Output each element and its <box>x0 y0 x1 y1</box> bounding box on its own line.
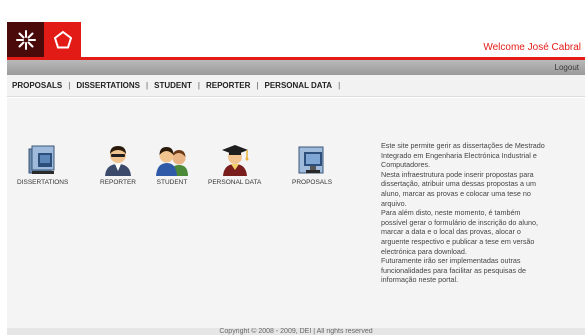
logo-asterisk-icon <box>7 22 44 58</box>
menu-separator: | <box>338 81 341 90</box>
logout-link[interactable]: Logout <box>555 63 579 72</box>
shortcut-label: STUDENT <box>156 179 188 186</box>
site-description: Este site permite gerir as dissertações … <box>381 141 579 285</box>
description-line: marcar a data e o local das provas, aloc… <box>381 227 521 237</box>
personal-data-icon <box>218 143 252 177</box>
description-line: aluno, marcar as provas e colocar uma te… <box>381 188 531 198</box>
shortcut-student[interactable]: STUDENT <box>155 143 189 186</box>
student-icon <box>155 143 189 177</box>
description-line: dissertação, atribuir uma dessas propost… <box>381 179 537 189</box>
shortcut-dissertations[interactable]: DISSERTATIONS <box>17 143 68 186</box>
reporter-icon <box>101 143 135 177</box>
shortcut-proposals[interactable]: PROPOSALS <box>292 143 332 186</box>
menu-item-reporter[interactable]: REPORTER <box>200 81 256 90</box>
shortcut-label: DISSERTATIONS <box>17 179 69 186</box>
description-line: informação neste portal. <box>381 275 459 285</box>
shortcut-label: PROPOSALS <box>292 179 333 186</box>
main-menu: PROPOSALS | DISSERTATIONS | STUDENT | RE… <box>7 75 585 97</box>
copyright-text: Copyright © 2008 - 2009, DEI | All right… <box>219 328 373 335</box>
description-line: arquivo. <box>381 198 407 208</box>
university-logo <box>7 22 81 58</box>
description-line: Para além disto, neste momento, é também <box>381 208 521 218</box>
description-line: Computadores. <box>381 160 431 170</box>
shortcut-personal-data[interactable]: PERSONAL DATA <box>208 143 261 186</box>
description-line: Futuramente irão ser implementadas outra… <box>381 256 521 266</box>
menu-item-proposals[interactable]: PROPOSALS <box>12 81 68 90</box>
proposals-icon <box>295 143 329 177</box>
description-line: Nesta infraestrutura pode inserir propos… <box>381 169 534 179</box>
description-line: Integrado em Engenharia Electrónica Indu… <box>381 150 537 160</box>
menu-item-dissertations[interactable]: DISSERTATIONS <box>70 81 146 90</box>
description-line: funcionalidades para facilitar as pesqui… <box>381 265 527 275</box>
shortcut-label: PERSONAL DATA <box>208 179 262 186</box>
top-strip <box>0 0 585 10</box>
description-line: electrónica para download. <box>381 246 467 256</box>
footer: Copyright © 2008 - 2009, DEI | All right… <box>7 328 585 335</box>
description-line: arguente respectivo e publicar a tese em… <box>381 236 535 246</box>
description-line: possível gerar o formulário de inscrição… <box>381 217 539 227</box>
logo-pentagon-icon <box>44 22 81 58</box>
menu-item-student[interactable]: STUDENT <box>148 81 198 90</box>
user-bar <box>7 60 585 75</box>
dissertations-icon <box>26 143 60 177</box>
shortcut-reporter[interactable]: REPORTER <box>100 143 136 186</box>
description-line: Este site permite gerir as dissertações … <box>381 141 545 150</box>
welcome-message: Welcome José Cabral <box>483 42 581 53</box>
menu-item-personal-data[interactable]: PERSONAL DATA <box>259 81 339 90</box>
shortcut-label: REPORTER <box>100 179 136 186</box>
